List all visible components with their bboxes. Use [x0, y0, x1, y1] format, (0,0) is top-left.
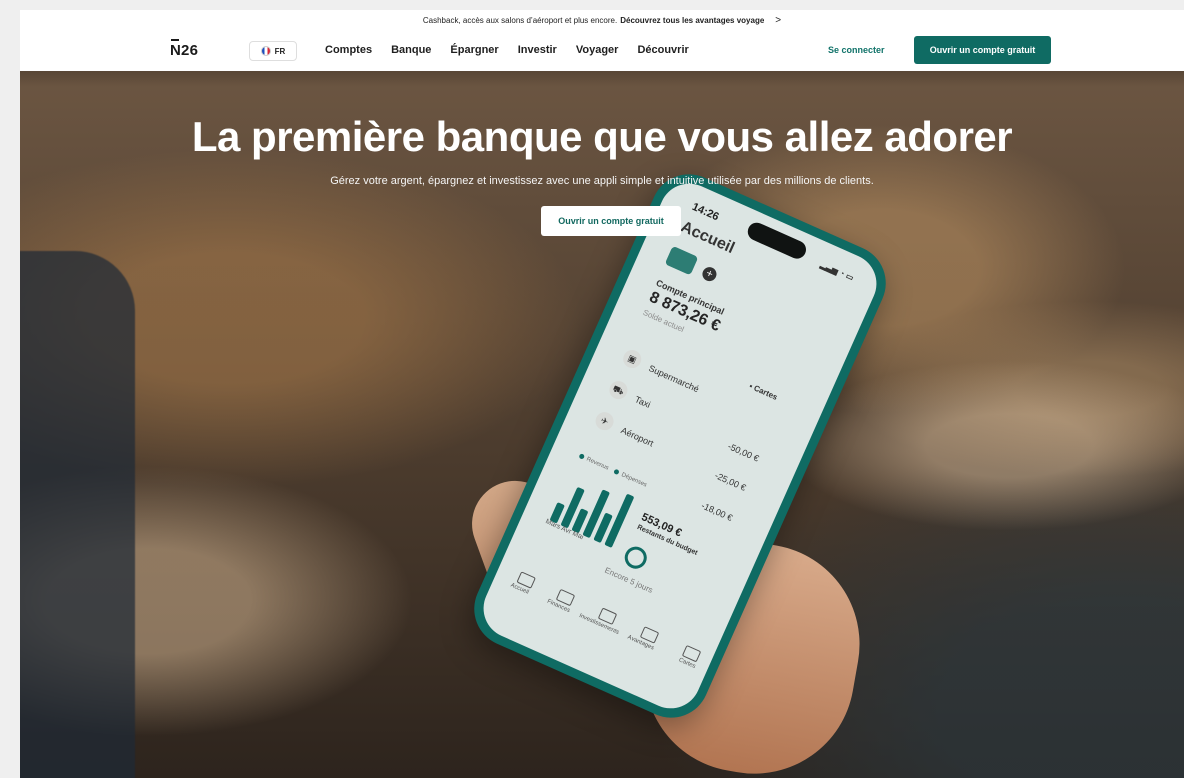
menu-item-investir[interactable]: Investir — [518, 44, 557, 56]
legend-income: Revenus — [585, 456, 610, 472]
main-menu: Comptes Banque Épargner Investir Voyager… — [325, 44, 689, 56]
transaction-name: Supermarché — [647, 363, 701, 395]
dynamic-island — [744, 219, 809, 262]
login-link[interactable]: Se connecter — [828, 45, 885, 55]
flag-icon — [260, 46, 271, 56]
menu-item-epargner[interactable]: Épargner — [450, 44, 498, 56]
transaction-amount: -25,00 € — [713, 470, 748, 493]
menu-item-decouvrir[interactable]: Découvrir — [637, 44, 688, 56]
transaction-amount: -50,00 € — [726, 441, 761, 464]
hero-subtitle: Gérez votre argent, épargnez et investis… — [330, 175, 874, 187]
language-label: FR — [274, 46, 286, 56]
hero-title: La première banque que vous allez adorer — [191, 113, 1013, 160]
hero-open-account-button[interactable]: Ouvrir un compte gratuit — [541, 206, 681, 236]
shopping-icon: ▣ — [620, 347, 645, 371]
phone-time: 14:26 — [690, 200, 721, 224]
page: Cashback, accès aux salons d’aéroport et… — [20, 10, 1184, 778]
hero: La première banque que vous allez adorer… — [20, 71, 1184, 778]
n26-logo[interactable]: N26 — [170, 39, 199, 59]
open-account-button[interactable]: Ouvrir un compte gratuit — [914, 36, 1051, 64]
hero-top-shadow — [20, 71, 1184, 87]
legend-dot — [613, 468, 621, 476]
car-icon: ⛟ — [606, 378, 631, 402]
announcement-text: Cashback, accès aux salons d’aéroport et… — [422, 15, 618, 25]
status-icons: ▂▃▅ ◔ ▭ — [819, 259, 855, 283]
transaction-name: Aéroport — [619, 425, 656, 449]
logo-text: N26 — [170, 42, 199, 59]
menu-item-voyager[interactable]: Voyager — [576, 44, 619, 56]
chevron-right-icon: > — [775, 14, 782, 26]
language-selector[interactable]: FR — [249, 41, 297, 61]
announcement-link[interactable]: Découvrez tous les avantages voyage — [620, 16, 764, 25]
card-icon — [664, 245, 699, 276]
legend-expenses: Dépenses — [620, 472, 648, 489]
background-sleeve-shape — [20, 251, 135, 778]
logo-overline — [171, 39, 179, 41]
budget-ring-icon — [621, 543, 651, 573]
cards-tag-label: Cartes — [752, 383, 779, 402]
header: N26 FR Comptes Banque Épargner Investir … — [20, 30, 1184, 71]
announcement-bar[interactable]: Cashback, accès aux salons d’aéroport et… — [20, 10, 1184, 30]
transaction-amount: -18,00 € — [699, 500, 735, 524]
transaction-name: Taxi — [633, 394, 653, 410]
legend-dot — [578, 453, 586, 460]
menu-item-banque[interactable]: Banque — [391, 44, 431, 56]
phone-bottom-nav: Accueil Finances Investissements Avantag… — [497, 570, 705, 700]
days-left: Encore 5 jours — [603, 565, 655, 595]
hero-copy: La première banque que vous allez adorer… — [20, 113, 1184, 187]
cards-tag: ▪ Cartes — [747, 381, 779, 402]
menu-item-comptes[interactable]: Comptes — [325, 44, 372, 56]
plus-icon: + — [700, 264, 719, 284]
plane-icon: ✈ — [592, 409, 617, 434]
